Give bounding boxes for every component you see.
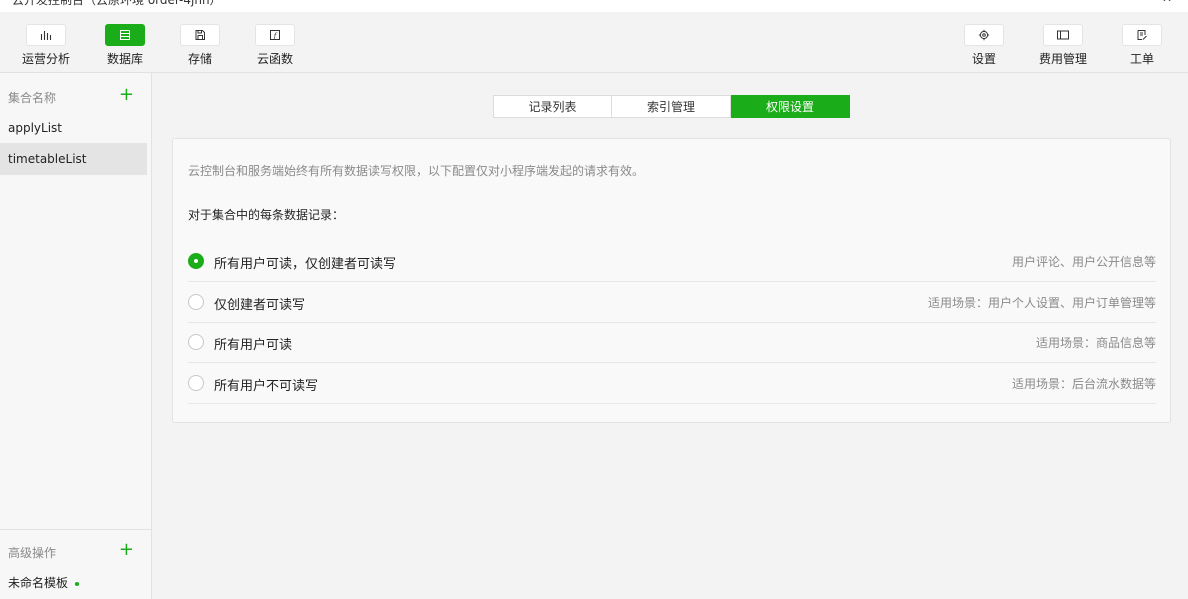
toolbar-storage-label: 存储 — [187, 52, 212, 66]
advanced-header-label: 高级操作 — [8, 546, 57, 560]
tab-indexes[interactable]: 索引管理 — [612, 95, 731, 118]
title-bar: 云开发控制台（云原环境 order-4jnn） — ✕ — [0, 0, 1188, 12]
radio-button[interactable] — [188, 253, 204, 269]
toolbar-database-label: 数据库 — [106, 52, 143, 66]
database-icon — [105, 24, 145, 46]
toolbar-billing-label: 费用管理 — [1038, 52, 1087, 66]
tab-permissions[interactable]: 权限设置 — [731, 95, 850, 118]
toolbar-database-button[interactable]: 数据库 — [95, 24, 155, 67]
toolbar-analytics-button[interactable]: 运营分析 — [16, 24, 76, 67]
advanced-header: 高级操作 + — [8, 540, 142, 562]
permissions-panel: 云控制台和服务端始终有所有数据读写权限，以下配置仅对小程序端发起的请求有效。 对… — [172, 138, 1171, 423]
permission-option-desc: 适用场景：用户个人设置、用户订单管理等 — [927, 296, 1156, 310]
permission-option-label: 所有用户不可读写 — [214, 379, 319, 394]
permission-option-desc: 用户评论、用户公开信息等 — [1011, 255, 1156, 269]
radio-button[interactable] — [188, 334, 204, 350]
template-item[interactable]: 未命名模板 — [8, 574, 80, 591]
per-record-label: 对于集合中的每条数据记录： — [188, 208, 345, 222]
permission-option-label: 仅创建者可读写 — [214, 298, 306, 313]
sidebar: 集合名称 + applyList timetableList 高级操作 + 未命… — [0, 73, 152, 599]
storage-icon — [180, 24, 220, 46]
close-button[interactable]: ✕ — [1162, 0, 1172, 5]
toolbar-storage-button[interactable]: 存储 — [170, 24, 230, 67]
status-dot — [75, 581, 80, 586]
tab-bar: 记录列表 索引管理 权限设置 — [493, 95, 850, 118]
toolbar-analytics-label: 运营分析 — [21, 52, 70, 66]
template-item-label: 未命名模板 — [8, 576, 69, 590]
permission-option-all-read-creator-write[interactable]: 所有用户可读，仅创建者可读写 用户评论、用户公开信息等 — [188, 240, 1156, 282]
minimize-button[interactable]: — — [1120, 0, 1132, 5]
toolbar-settings-label: 设置 — [971, 52, 996, 66]
toolbar-settings-button[interactable]: 设置 — [954, 24, 1014, 67]
permission-option-all-read[interactable]: 所有用户可读 适用场景：商品信息等 — [188, 321, 1156, 363]
radio-button[interactable] — [188, 375, 204, 391]
tab-records[interactable]: 记录列表 — [493, 95, 612, 118]
window-title: 云开发控制台（云原环境 order-4jnn） — [12, 0, 222, 7]
svg-text:f: f — [273, 32, 278, 40]
gear-icon — [964, 24, 1004, 46]
collection-item-applylist[interactable]: applyList — [0, 112, 147, 144]
collection-item-timetablelist[interactable]: timetableList — [0, 143, 147, 175]
collections-header: 集合名称 + — [8, 85, 142, 107]
permission-option-desc: 适用场景：商品信息等 — [1035, 336, 1156, 350]
function-icon: f — [255, 24, 295, 46]
add-advanced-button[interactable]: + — [119, 540, 134, 560]
bar-chart-icon — [26, 24, 66, 46]
radio-button[interactable] — [188, 294, 204, 310]
permission-option-no-access[interactable]: 所有用户不可读写 适用场景：后台流水数据等 — [188, 362, 1156, 404]
ticket-icon — [1122, 24, 1162, 46]
permission-option-label: 所有用户可读，仅创建者可读写 — [214, 257, 397, 272]
add-collection-button[interactable]: + — [119, 85, 134, 105]
permission-option-label: 所有用户可读 — [214, 338, 293, 353]
toolbar-ticket-label: 工单 — [1129, 52, 1154, 66]
toolbar-ticket-button[interactable]: 工单 — [1112, 24, 1172, 67]
billing-icon — [1043, 24, 1083, 46]
toolbar-functions-label: 云函数 — [256, 52, 293, 66]
toolbar-functions-button[interactable]: f 云函数 — [245, 24, 305, 67]
collections-header-label: 集合名称 — [8, 91, 57, 105]
permission-option-desc: 适用场景：后台流水数据等 — [1011, 377, 1156, 391]
sidebar-divider — [0, 529, 151, 530]
permissions-notice: 云控制台和服务端始终有所有数据读写权限，以下配置仅对小程序端发起的请求有效。 — [188, 164, 645, 178]
permission-option-creator-only[interactable]: 仅创建者可读写 适用场景：用户个人设置、用户订单管理等 — [188, 281, 1156, 323]
toolbar-billing-button[interactable]: 费用管理 — [1033, 24, 1093, 67]
toolbar: 运营分析 数据库 存储 f 云函数 设置 费用管理 工单 — [0, 12, 1188, 73]
